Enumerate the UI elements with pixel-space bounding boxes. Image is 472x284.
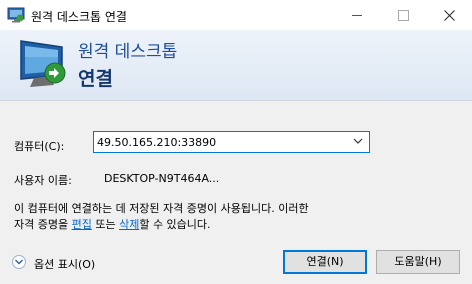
banner-subtitle: 연결 <box>78 68 113 90</box>
header-banner: 원격 데스크톱 연결 <box>0 30 472 100</box>
show-options-label[interactable]: 옵션 표시(O) <box>34 256 95 272</box>
window-title: 원격 데스크톱 연결 <box>31 10 127 24</box>
computer-input[interactable] <box>97 134 347 150</box>
close-button[interactable] <box>426 0 472 30</box>
minimize-button[interactable] <box>334 0 380 30</box>
info-mid: 또는 <box>91 218 120 231</box>
title-bar[interactable]: 원격 데스크톱 연결 <box>0 0 472 30</box>
minimize-icon <box>352 14 362 16</box>
edit-credentials-link[interactable]: 편집 <box>72 218 92 231</box>
username-value: DESKTOP-N9T464A... <box>104 172 220 185</box>
info-prefix: 자격 증명을 <box>14 218 72 231</box>
maximize-button[interactable] <box>380 0 426 30</box>
credentials-info-text: 이 컴퓨터에 연결하는 데 저장된 자격 증명이 사용됩니다. 이러한 <box>14 202 309 215</box>
computer-label: 컴퓨터(C): <box>14 140 65 153</box>
delete-credentials-link[interactable]: 삭제 <box>119 218 139 231</box>
remote-desktop-icon <box>7 7 25 23</box>
maximize-icon <box>397 9 409 21</box>
dropdown-arrow-icon[interactable] <box>353 137 363 145</box>
connect-button[interactable]: 연결(N) <box>283 250 367 274</box>
credentials-info-text-2: 자격 증명을 편집 또는 삭제할 수 있습니다. <box>14 216 211 232</box>
banner-title: 원격 데스크톱 <box>78 42 178 62</box>
divider <box>0 100 472 101</box>
username-label: 사용자 이름: <box>14 174 72 187</box>
help-button[interactable]: 도움말(H) <box>376 250 460 274</box>
info-suffix: 할 수 있습니다. <box>139 218 211 231</box>
computer-combobox[interactable] <box>93 131 370 153</box>
remote-desktop-monitor-icon <box>18 37 72 91</box>
chevron-down-circle-icon[interactable] <box>12 255 26 269</box>
close-icon <box>443 9 455 21</box>
